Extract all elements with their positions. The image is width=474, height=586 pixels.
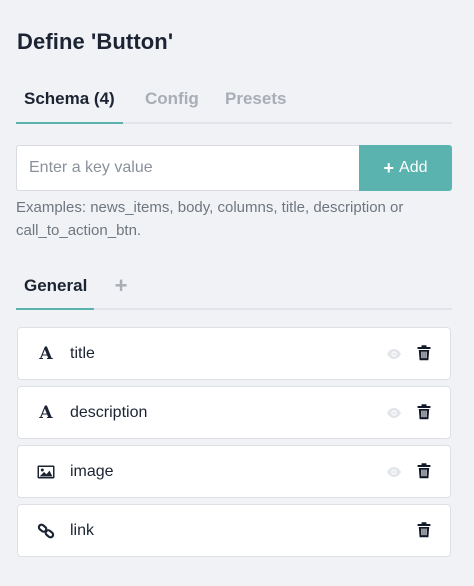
- tab-config[interactable]: Config: [145, 82, 199, 122]
- eye-icon[interactable]: [386, 346, 402, 362]
- field-list: A title A description image link: [17, 327, 451, 563]
- text-type-icon: A: [39, 344, 53, 364]
- examples-hint: Examples: news_items, body, columns, tit…: [16, 199, 404, 239]
- add-button-label: Add: [399, 159, 428, 176]
- schema-editor-panel: Define 'Button' Schema (4) Config Preset…: [0, 0, 474, 586]
- trash-icon[interactable]: [417, 522, 431, 538]
- add-key-form: + Add: [16, 145, 452, 191]
- tab-bar: Schema (4) Config Presets: [16, 82, 452, 124]
- add-group-button[interactable]: +: [111, 268, 131, 308]
- tab-presets[interactable]: Presets: [225, 82, 286, 122]
- trash-icon[interactable]: [417, 345, 431, 361]
- group-tab-bar: General +: [15, 268, 452, 310]
- trash-icon[interactable]: [417, 404, 431, 420]
- link-icon: [37, 523, 55, 539]
- field-label: description: [70, 404, 148, 421]
- key-value-input[interactable]: [16, 145, 359, 191]
- field-label: image: [70, 463, 114, 480]
- page-title: Define 'Button': [17, 29, 174, 54]
- tab-general[interactable]: General: [15, 268, 95, 310]
- image-icon: [37, 465, 55, 479]
- trash-icon[interactable]: [417, 463, 431, 479]
- field-label: link: [70, 522, 95, 539]
- field-row-link[interactable]: link: [17, 504, 451, 557]
- text-type-icon: A: [39, 403, 53, 423]
- field-row-image[interactable]: image: [17, 445, 451, 498]
- field-row-title[interactable]: A title: [17, 327, 451, 380]
- plus-icon: +: [383, 158, 395, 178]
- eye-icon[interactable]: [386, 464, 402, 480]
- add-button[interactable]: + Add: [359, 145, 452, 191]
- eye-icon[interactable]: [386, 405, 402, 421]
- field-row-description[interactable]: A description: [17, 386, 451, 439]
- field-label: title: [70, 345, 95, 362]
- tab-schema[interactable]: Schema (4): [16, 82, 123, 124]
